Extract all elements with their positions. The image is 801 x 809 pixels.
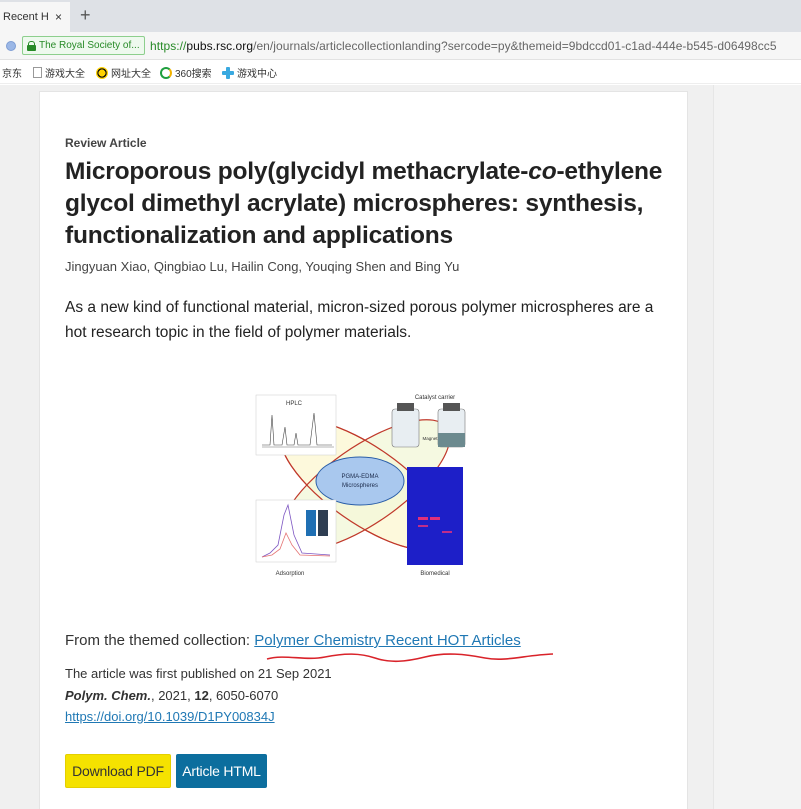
new-tab-icon[interactable]: + (80, 5, 91, 25)
site-identity-badge[interactable]: The Royal Society of... (22, 36, 145, 55)
label-magnet: Magnet (422, 436, 438, 441)
citation-pages: , 6050-6070 (208, 688, 279, 703)
bookmark-label: 网址大全 (111, 69, 151, 80)
url-host: pubs.rsc.org (186, 39, 254, 53)
citation-volume: 12 (194, 688, 209, 703)
bookmark-item[interactable]: 游戏大全 (33, 65, 85, 80)
bookmark-label: 360搜索 (175, 69, 212, 80)
tab-strip: Recent HOT × + (0, 0, 801, 32)
authors: Jingyuan Xiao, Qingbiao Lu, Hailin Cong,… (65, 259, 460, 274)
right-panel (713, 85, 801, 809)
cuvette-icon (318, 510, 328, 536)
gel-panel (407, 467, 463, 565)
doi-link[interactable]: https://doi.org/10.1039/D1PY00834J (65, 709, 275, 724)
url-input[interactable]: https://pubs.rsc.org/en/journals/article… (150, 39, 777, 53)
cuvette-icon (306, 510, 316, 536)
url-path: /en/journals/articlecollectionlanding?se… (253, 39, 777, 53)
themed-collection: From the themed collection: Polymer Chem… (65, 632, 521, 649)
address-bar: The Royal Society of... https://pubs.rsc… (0, 32, 801, 60)
collection-link[interactable]: Polymer Chemistry Recent HOT Articles (254, 632, 520, 649)
title-italic: co (528, 158, 557, 185)
nav-icon (96, 66, 108, 79)
graphical-abstract: HPLC Catalyst carrier Magnet PGMA-EDMA M… (255, 394, 466, 577)
bookmark-item[interactable]: 360搜索 (160, 65, 212, 80)
journal-name: Polym. Chem. (65, 688, 151, 703)
abstract: As a new kind of functional material, mi… (65, 299, 654, 341)
gel-band (418, 517, 428, 520)
label-biomedical: Biomedical (420, 571, 449, 577)
search-360-icon (160, 66, 172, 79)
browser-tab[interactable]: Recent HOT × (0, 2, 70, 32)
vial-cap (397, 403, 414, 411)
center-ellipse (315, 456, 405, 506)
vial-icon (391, 408, 420, 448)
vial-cap (443, 403, 460, 411)
bookmark-item[interactable]: 京东 (2, 65, 22, 80)
tab-title: Recent HOT (3, 11, 49, 23)
article-type: Review Article (65, 136, 147, 150)
site-badge-label: The Royal Society of... (39, 40, 140, 51)
citation: Polym. Chem., 2021, 12, 6050-6070 (65, 688, 278, 703)
label-adsorption: Adsorption (276, 571, 305, 577)
bookmark-label: 京东 (2, 69, 22, 80)
page-icon (33, 67, 42, 78)
gel-band (430, 517, 440, 520)
page-viewport: Review Article Microporous poly(glycidyl… (0, 85, 801, 809)
game-center-icon (222, 66, 234, 79)
download-pdf-button[interactable]: Download PDF (65, 754, 171, 788)
label-catalyst: Catalyst carrier (415, 395, 455, 401)
bookmark-label: 游戏大全 (45, 69, 85, 80)
close-icon[interactable]: × (55, 10, 62, 24)
title-part-1: Microporous poly(glycidyl methacrylate- (65, 158, 529, 185)
center-label-1: PGMA-EDMA (341, 474, 378, 480)
article-card: Review Article Microporous poly(glycidyl… (39, 91, 688, 809)
article-html-button[interactable]: Article HTML (176, 754, 267, 788)
publication-date: The article was first published on 21 Se… (65, 666, 332, 681)
label-hplc: HPLC (286, 401, 303, 407)
gel-band (418, 525, 428, 527)
annotation-stroke (266, 653, 554, 663)
gel-band (442, 531, 452, 533)
citation-year: , 2021, (150, 688, 195, 703)
url-scheme: https:// (150, 39, 187, 53)
center-label-2: Microspheres (342, 483, 378, 489)
site-info-icon[interactable] (6, 41, 16, 51)
vial-liquid (438, 433, 465, 447)
red-underline-annotation (266, 653, 554, 663)
bookmark-item[interactable]: 网址大全 (96, 65, 151, 80)
bookmark-label: 游戏中心 (237, 69, 277, 80)
collection-prefix: From the themed collection: (65, 632, 255, 649)
lock-icon (27, 40, 36, 51)
bookmark-item[interactable]: 游戏中心 (222, 65, 277, 80)
bookmarks-bar: 京东 游戏大全 网址大全 360搜索 游戏中心 (0, 60, 801, 84)
article-title[interactable]: Microporous poly(glycidyl methacrylate-c… (65, 156, 675, 252)
